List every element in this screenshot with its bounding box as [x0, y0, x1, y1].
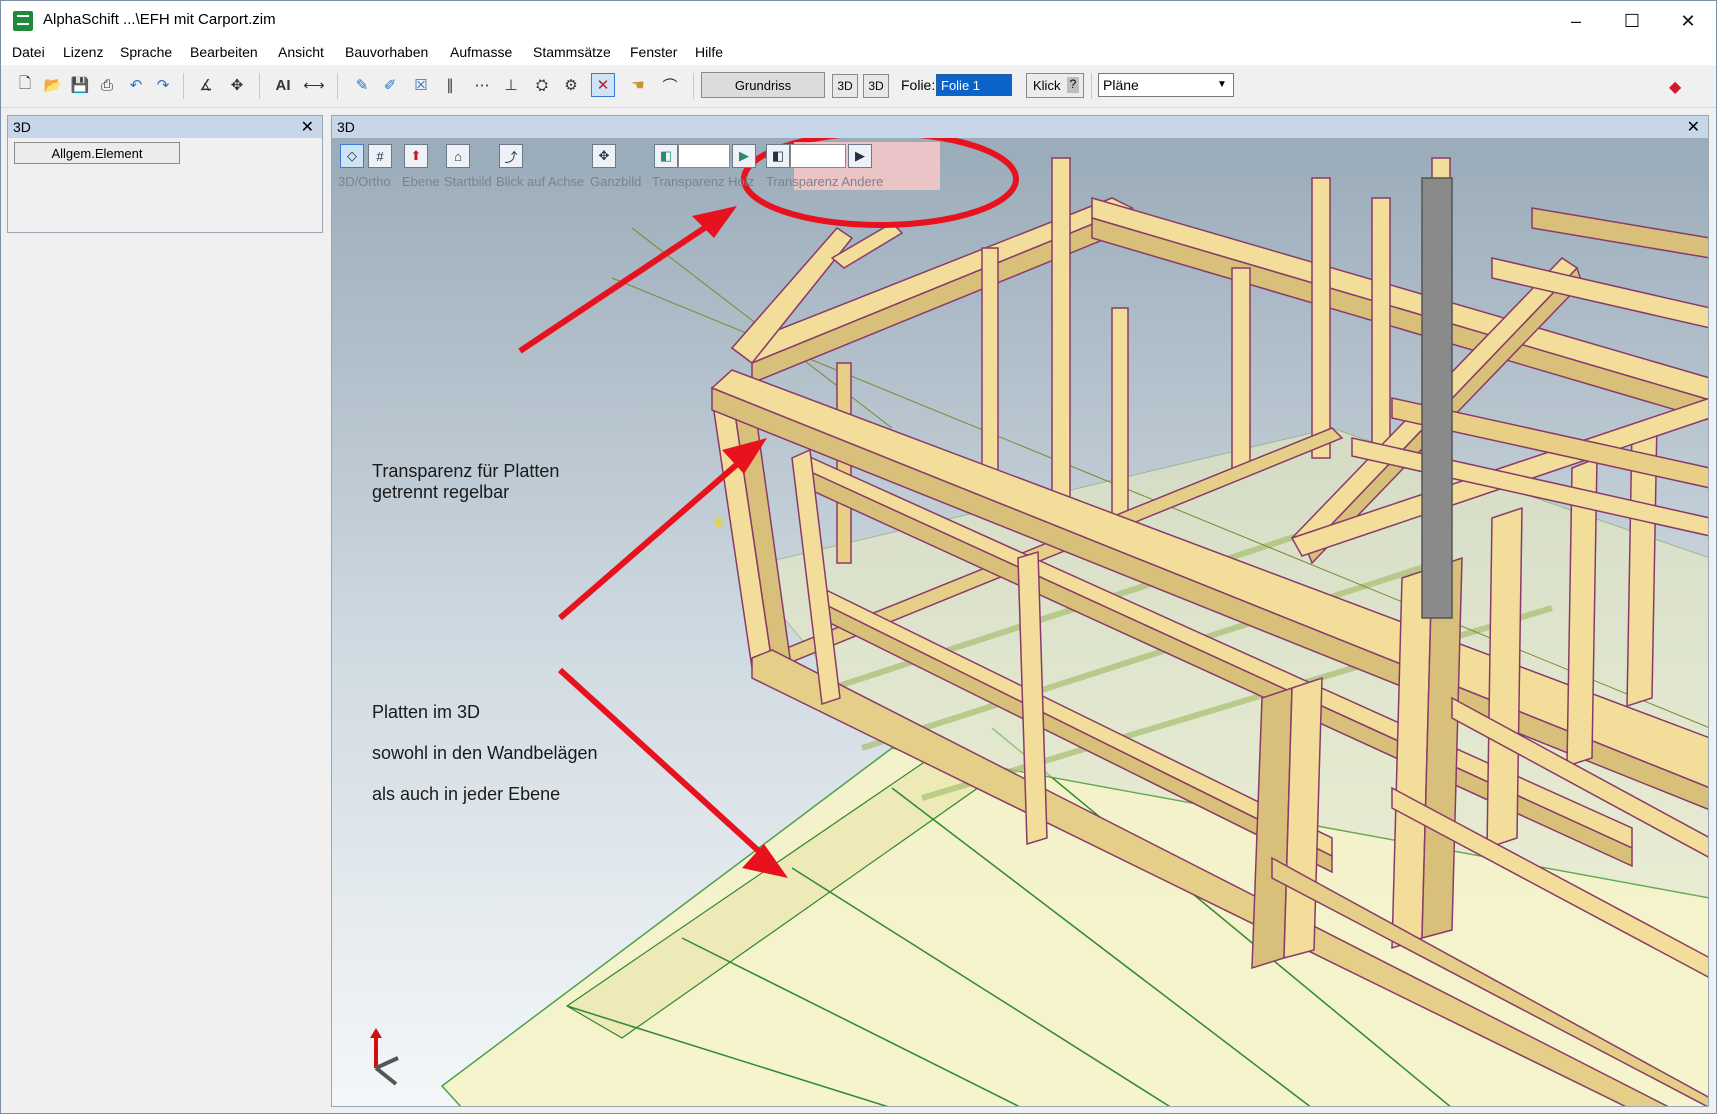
ganzbild-label: Ganzbild: [590, 174, 642, 189]
klick-help-icon[interactable]: ?: [1067, 77, 1079, 93]
startbild-label: Startbild: [444, 174, 492, 189]
klick-button[interactable]: Klick ?: [1026, 73, 1084, 98]
menu-hilfe[interactable]: Hilfe: [695, 44, 723, 60]
snap-marker-icon: ✳: [712, 515, 725, 532]
main-toolbar: 🗋 📂 💾 ⎙ ↶ ↷ ∡ ✥ AI ⟷ ✎ ✐ ☒ ∥ ⋯ ⊥ ⛭ ⚙ ✕ ☚…: [1, 65, 1716, 108]
toolbar-separator: [337, 73, 338, 99]
print-icon[interactable]: ⎙: [95, 73, 119, 97]
transparency-holz-label: Transparenz Holz: [652, 174, 755, 189]
toolbar-separator: [259, 73, 260, 99]
component-icon[interactable]: ⛭: [530, 73, 554, 97]
3d-scene[interactable]: ✳: [332, 138, 1709, 1107]
dotted-line-icon[interactable]: ⋯: [470, 73, 494, 97]
menu-sprache[interactable]: Sprache: [120, 44, 172, 60]
startbild-icon[interactable]: ⌂: [446, 144, 470, 168]
annotation-line: Transparenz für Platten: [372, 461, 560, 481]
klick-label: Klick: [1033, 78, 1061, 93]
annotation-line: getrennt regelbar: [372, 482, 510, 502]
select-tool-icon[interactable]: ✕: [591, 73, 615, 97]
eraser-icon[interactable]: ✐: [378, 73, 402, 97]
perpendicular-icon[interactable]: ⊥: [499, 73, 523, 97]
menu-bar: Datei Lizenz Sprache Bearbeiten Ansicht …: [1, 41, 1716, 65]
close-icon[interactable]: ✕: [1687, 117, 1700, 137]
transparency-holz-up-icon[interactable]: ▶: [732, 144, 756, 168]
allgem-element-button[interactable]: Allgem.Element: [14, 142, 180, 164]
transparency-andere-label: Transparenz Andere: [766, 174, 884, 189]
ganzbild-icon[interactable]: ✥: [592, 144, 616, 168]
red-diamond-icon[interactable]: ◆: [1669, 77, 1685, 96]
close-icon[interactable]: ✕: [301, 117, 314, 137]
polyline-icon[interactable]: ⌒: [658, 73, 682, 97]
maximize-button[interactable]: ☐: [1604, 1, 1660, 41]
menu-datei[interactable]: Datei: [12, 44, 45, 60]
app-logo-icon: [13, 11, 33, 31]
plaene-value: Pläne: [1103, 77, 1139, 93]
annotation-line: Platten im 3D: [372, 702, 481, 722]
dimension-tool-icon[interactable]: ⟷: [302, 73, 326, 97]
viewport-3d[interactable]: 3D ✕ ✳ ◇ # 3D/Ortho ⬆ Ebene ⌂ Startbild …: [331, 115, 1709, 1107]
gear-icon[interactable]: ⚙: [559, 73, 583, 97]
transparency-holz-down-icon[interactable]: ◧: [654, 144, 678, 168]
view-3d-button[interactable]: 3D: [832, 74, 858, 98]
ebene-icon[interactable]: ⬆: [404, 144, 428, 168]
grid-icon[interactable]: #: [368, 144, 392, 168]
view-3d-alt-button[interactable]: 3D: [863, 74, 889, 98]
menu-fenster[interactable]: Fenster: [630, 44, 677, 60]
viewport-header: 3D ✕: [332, 116, 1708, 138]
folie-input[interactable]: Folie 1: [936, 74, 1012, 96]
viewport-title: 3D: [337, 119, 355, 135]
annotation-transparency: Transparenz für Platten getrennt regelba…: [372, 461, 559, 503]
save-icon[interactable]: 💾: [68, 73, 92, 97]
grundriss-button[interactable]: Grundriss: [701, 72, 825, 98]
transparency-andere-slider[interactable]: [790, 144, 846, 168]
plaene-dropdown[interactable]: Pläne ▼: [1098, 73, 1234, 97]
menu-lizenz[interactable]: Lizenz: [63, 44, 103, 60]
undo-icon[interactable]: ↶: [124, 73, 148, 97]
ortho-label: 3D/Ortho: [338, 174, 391, 189]
toolbar-separator: [1091, 73, 1092, 99]
hand-tool-icon[interactable]: ☚: [626, 73, 650, 97]
ortho-icon[interactable]: ◇: [340, 144, 364, 168]
viewport-toolbar: ◇ # 3D/Ortho ⬆ Ebene ⌂ Startbild ⤴ Blick…: [334, 140, 940, 192]
transparency-andere-up-icon[interactable]: ▶: [848, 144, 872, 168]
menu-stammsaetze[interactable]: Stammsätze: [533, 44, 611, 60]
axis-gizmo-icon: [370, 1028, 399, 1086]
annotation-line: sowohl in den Wandbelägen: [372, 743, 598, 763]
new-file-icon[interactable]: 🗋: [13, 73, 37, 97]
open-folder-icon[interactable]: 📂: [41, 73, 65, 97]
pause-icon[interactable]: ∥: [438, 73, 462, 97]
chevron-down-icon[interactable]: ▼: [1213, 76, 1231, 94]
menu-aufmasse[interactable]: Aufmasse: [450, 44, 512, 60]
move-tool-icon[interactable]: ✥: [225, 73, 249, 97]
folie-label: Folie:: [901, 77, 936, 93]
title-bar: AlphaSchift ...\EFH mit Carport.zim – ☐ …: [1, 1, 1716, 41]
left-panel-3d: 3D ✕ Allgem.Element: [7, 115, 323, 233]
window-title: AlphaSchift ...\EFH mit Carport.zim: [43, 11, 276, 28]
left-panel-title: 3D: [13, 119, 31, 135]
transparency-andere-down-icon[interactable]: ◧: [766, 144, 790, 168]
blick-achse-label: Blick auf Achse: [496, 174, 585, 189]
annotation-platten: Platten im 3D sowohl in den Wandbelägen …: [372, 702, 598, 805]
menu-ansicht[interactable]: Ansicht: [278, 44, 324, 60]
edit-box-icon[interactable]: ☒: [409, 73, 433, 97]
menu-bearbeiten[interactable]: Bearbeiten: [190, 44, 258, 60]
ebene-label: Ebene: [402, 174, 440, 189]
text-tool-icon[interactable]: AI: [271, 73, 295, 97]
menu-bauvorhaben[interactable]: Bauvorhaben: [345, 44, 428, 60]
redo-icon[interactable]: ↷: [151, 73, 175, 97]
annotation-line: als auch in jeder Ebene: [372, 784, 561, 804]
app-window: AlphaSchift ...\EFH mit Carport.zim – ☐ …: [0, 0, 1717, 1114]
toolbar-separator: [693, 73, 694, 99]
left-panel-header: 3D ✕: [8, 116, 322, 138]
close-button[interactable]: ✕: [1660, 1, 1716, 41]
pencil-icon[interactable]: ✎: [350, 73, 374, 97]
minimize-button[interactable]: –: [1548, 1, 1604, 41]
angle-tool-icon[interactable]: ∡: [194, 73, 218, 97]
blick-achse-icon[interactable]: ⤴: [499, 144, 523, 168]
toolbar-separator: [183, 73, 184, 99]
transparency-holz-slider[interactable]: [678, 144, 730, 168]
